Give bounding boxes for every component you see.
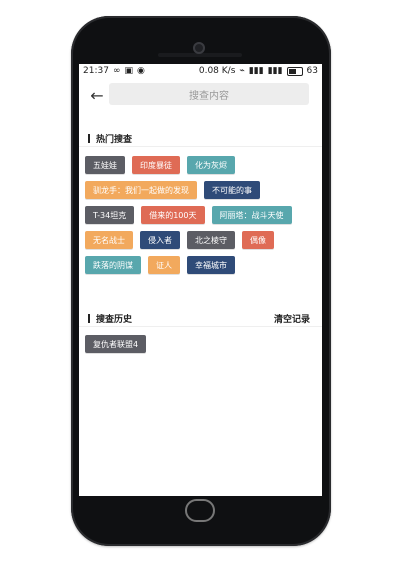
- tag-item[interactable]: 复仇者联盟4: [85, 335, 147, 353]
- network-unit: K/s: [221, 66, 236, 76]
- search-header: ← 搜查内容: [79, 80, 322, 110]
- signal2-icon: ▮▮▮: [267, 66, 283, 76]
- tag-label: 侵入者: [148, 235, 172, 245]
- clear-history-button[interactable]: 清空记录: [274, 312, 310, 325]
- tag-label: 印度暴徒: [140, 160, 172, 170]
- history-title: 搜查历史: [88, 312, 132, 325]
- tag-item[interactable]: 驯龙手：我们一起做的发现: [85, 181, 197, 199]
- wifi-icon: ⌁: [239, 66, 245, 76]
- tag-item[interactable]: 借来的100天: [141, 206, 205, 224]
- tag-label: 复仇者联盟4: [93, 339, 139, 349]
- clear-history-label: 清空记录: [273, 315, 310, 325]
- status-time: 21:37: [83, 66, 109, 76]
- history-tags: 复仇者联盟4: [85, 335, 147, 353]
- hot-search-title: 热门搜查: [88, 132, 132, 145]
- check-icon: ◉: [136, 66, 145, 76]
- app-screen: 21:37 ∞ ▣ ◉ 0.08 K/s ⌁ ▮▮▮ ▮▮▮ 63 ← 搜查内容…: [79, 64, 322, 496]
- tag-label: 化为灰烬: [195, 160, 227, 170]
- tag-label: 无名战士: [93, 235, 125, 245]
- tag-label: 借来的100天: [149, 210, 197, 220]
- tag-item[interactable]: 幸福城市: [187, 256, 235, 274]
- battery-icon: [286, 66, 303, 76]
- tag-label: 驯龙手：我们一起做的发现: [93, 185, 189, 195]
- status-left: 21:37 ∞ ▣ ◉: [83, 66, 145, 76]
- search-input[interactable]: 搜查内容: [109, 83, 309, 105]
- tag-item[interactable]: 北之棱守: [187, 231, 235, 249]
- tag-item[interactable]: T-34坦克: [85, 206, 135, 224]
- gallery-icon: ▣: [124, 66, 133, 76]
- tag-label: T-34坦克: [93, 210, 127, 220]
- hot-section-marker: [88, 134, 90, 143]
- status-bar: 21:37 ∞ ▣ ◉ 0.08 K/s ⌁ ▮▮▮ ▮▮▮ 63: [79, 64, 322, 80]
- history-section-label: 搜查历史: [96, 315, 133, 325]
- hot-section-divider: [79, 146, 322, 147]
- tag-label: 北之棱守: [195, 235, 227, 245]
- history-section-divider: [79, 326, 322, 327]
- search-placeholder: 搜查内容: [189, 90, 229, 102]
- tag-item[interactable]: 化为灰烬: [187, 156, 235, 174]
- back-arrow-icon[interactable]: ←: [89, 86, 105, 105]
- tag-label: 阿丽塔：战斗天使: [219, 210, 284, 220]
- tag-item[interactable]: 印度暴徒: [132, 156, 180, 174]
- tag-item[interactable]: 无名战士: [85, 231, 133, 249]
- tag-label: 偶像: [250, 235, 266, 245]
- network-speed: 0.08 K/s: [199, 66, 236, 76]
- history-section-marker: [88, 314, 90, 323]
- tag-item[interactable]: 侵入者: [140, 231, 180, 249]
- hot-tags: 五娃娃 印度暴徒 化为灰烬驯龙手：我们一起做的发现 不可能的事 T-34坦克 借来的100…: [85, 156, 315, 274]
- battery-percent: 63: [306, 66, 318, 76]
- tag-item[interactable]: 证人: [148, 256, 180, 274]
- tag-item[interactable]: 偶像: [242, 231, 274, 249]
- phone-camera: [193, 42, 205, 54]
- network-value: 0.08: [198, 66, 219, 76]
- tag-label: 幸福城市: [195, 260, 227, 270]
- home-button[interactable]: [185, 499, 215, 522]
- tag-item[interactable]: 五娃娃: [85, 156, 125, 174]
- tag-label: 跌落的阴谋: [93, 260, 133, 270]
- tag-item[interactable]: 不可能的事: [204, 181, 260, 199]
- link-icon: ∞: [112, 66, 121, 76]
- hot-section-label: 热门搜查: [96, 135, 133, 145]
- tag-item[interactable]: 跌落的阴谋: [85, 256, 141, 274]
- tag-item[interactable]: 阿丽塔：战斗天使: [211, 206, 292, 224]
- signal-icon: ▮▮▮: [248, 66, 264, 76]
- tag-label: 证人: [156, 260, 172, 270]
- status-right: 0.08 K/s ⌁ ▮▮▮ ▮▮▮ 63: [199, 66, 318, 76]
- tag-label: 不可能的事: [212, 185, 252, 195]
- tag-label: 五娃娃: [93, 160, 117, 170]
